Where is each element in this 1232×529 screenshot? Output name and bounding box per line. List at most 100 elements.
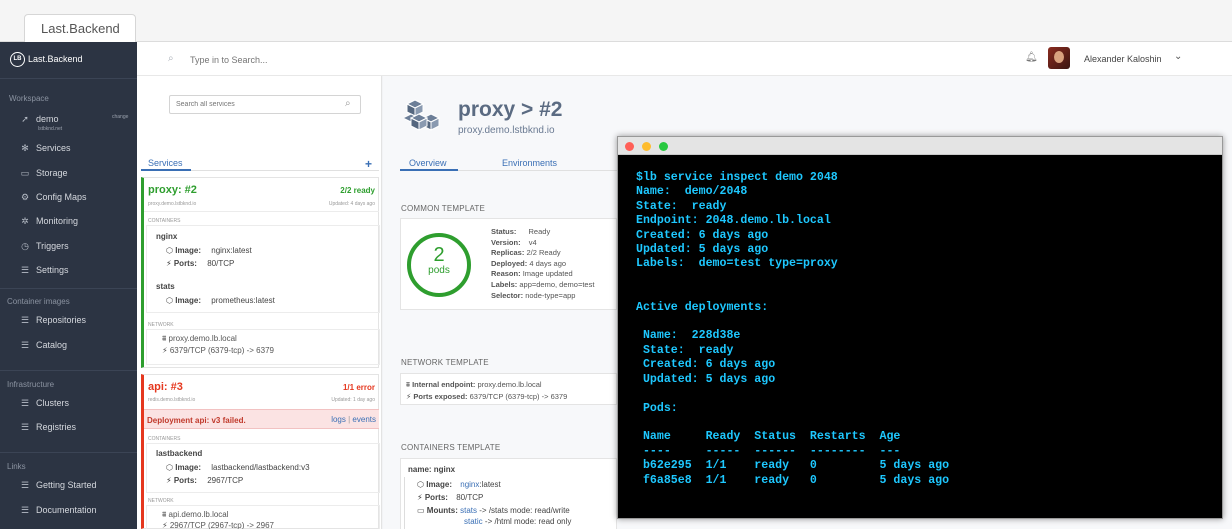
endpoint-row: ⩩ Internal endpoint: proxy.demo.lb.local: [406, 380, 542, 390]
status-value: app=demo, demo=test: [519, 279, 595, 289]
workspace-name: demo: [36, 114, 59, 124]
bell-icon[interactable]: 🔔︎: [1025, 52, 1038, 63]
network-template-head: NETWORK TEMPLATE: [401, 358, 489, 367]
containers-head: CONTAINERS: [148, 218, 181, 224]
containers-head: CONTAINERS: [148, 436, 181, 442]
service-sub: proxy.demo.lstbknd.io: [148, 201, 197, 207]
divider: [144, 211, 379, 212]
browser-tab[interactable]: Last.Backend: [24, 14, 136, 42]
sidebar-item-registries[interactable]: ☰ Registries: [20, 422, 76, 433]
maximize-button[interactable]: [659, 142, 668, 151]
sidebar-item-clusters[interactable]: ☰ Clusters: [20, 398, 69, 409]
pods-gauge: 2 pods: [407, 233, 471, 297]
user-name[interactable]: Alexander Kaloshin: [1084, 54, 1162, 64]
image-value: nginx:latest: [211, 246, 252, 255]
common-template-card: 2 pods Status: Ready Version: v4 Replica…: [400, 218, 617, 310]
clock-icon: ◷: [21, 241, 29, 251]
logo-badge: LB: [10, 52, 25, 67]
terminal-line: Name Ready Status Restarts Age: [636, 430, 901, 444]
workspace-change-link[interactable]: change: [112, 114, 128, 120]
browser-tab-title: Last.Backend: [41, 21, 120, 36]
ports-exposed-label: Ports exposed:: [413, 392, 468, 401]
sidebar-item-storage[interactable]: ▭ Storage: [20, 168, 68, 179]
mount-link[interactable]: stats: [460, 506, 477, 515]
global-search-input[interactable]: [190, 54, 390, 66]
sliders-icon: ☰: [20, 340, 30, 350]
service-search-input[interactable]: [169, 95, 361, 114]
status-row: Deployed: 4 days ago: [491, 259, 594, 270]
container-ports-row: ⚡︎ Ports: 2967/TCP: [166, 476, 243, 485]
sidebar-item-settings[interactable]: ☰ Settings: [20, 265, 69, 276]
error-banner: Deployment api: v3 failed. logs | events: [144, 409, 379, 429]
status-row: Version: v4: [491, 238, 594, 249]
tab-environments[interactable]: Environments: [502, 158, 557, 168]
pods-count: 2: [433, 244, 445, 266]
tab-overview[interactable]: Overview: [409, 158, 447, 168]
status-value: 2/2 Ready: [526, 248, 561, 258]
terminal-window[interactable]: $lb service inspect demo 2048 Name: demo/…: [617, 136, 1223, 519]
containers-template-card: name: nginx ⬡ Image: nginx:latest ⚡︎ Por…: [400, 458, 617, 529]
sidebar-item-documentation[interactable]: ☰ Documentation: [20, 505, 97, 516]
workspace-selector[interactable]: ➚ demo: [20, 114, 59, 125]
terminal-output[interactable]: $lb service inspect demo 2048 Name: demo/…: [636, 171, 949, 488]
service-name[interactable]: api: #3: [148, 381, 183, 393]
image-value: lastbackend/lastbackend:v3: [211, 463, 310, 472]
image-link[interactable]: nginx: [460, 480, 479, 489]
events-link[interactable]: events: [352, 415, 376, 424]
sliders-icon: ☰: [20, 422, 30, 432]
sidebar-item-catalog[interactable]: ☰ Catalog: [20, 340, 67, 351]
ct-mount2-row: static -> /html mode: read only: [464, 517, 571, 526]
workspace-sub: lstbknd.net: [38, 126, 63, 132]
status-key: Selector:: [491, 290, 524, 300]
ports-value: 80/TCP: [207, 259, 235, 268]
sidebar-item-triggers[interactable]: ◷ Triggers: [20, 241, 69, 252]
terminal-line: Name: 228d38e: [636, 329, 741, 343]
image-label: Image:: [175, 246, 202, 255]
plug-icon: ⚡︎: [166, 476, 174, 485]
sidebar-item-monitoring[interactable]: ✲ Monitoring: [20, 216, 78, 227]
service-card-api[interactable]: api: #3 1/1 error redis.demo.lstbknd.io …: [141, 374, 380, 529]
sidebar-head-images: Container images: [7, 297, 70, 306]
sidebar-item-getting-started[interactable]: ☰ Getting Started: [20, 480, 97, 491]
ports-label: Ports:: [424, 493, 448, 502]
network-head: NETWORK: [148, 498, 174, 504]
container-image-row: ⬡ Image: nginx:latest: [166, 246, 252, 255]
sidebar-item-label: Storage: [36, 168, 68, 178]
sidebar-item-config-maps[interactable]: ⚙ Config Maps: [20, 192, 87, 203]
avatar[interactable]: [1048, 47, 1070, 69]
terminal-titlebar[interactable]: [618, 137, 1222, 155]
logo[interactable]: LB Last.Backend: [10, 52, 130, 68]
ports-value: 2967/TCP: [207, 476, 244, 485]
add-service-button[interactable]: +: [365, 158, 372, 170]
gear-icon: ✲: [21, 216, 29, 226]
ct-ports-row: ⚡︎ Ports: 80/TCP: [417, 493, 483, 502]
endpoint-label: Internal endpoint:: [412, 380, 476, 389]
service-card-proxy[interactable]: proxy: #2 2/2 ready proxy.demo.lstbknd.i…: [141, 177, 380, 368]
sidebar-item-label: Monitoring: [36, 216, 79, 226]
mount-link[interactable]: static: [464, 517, 483, 526]
sidebar-item-services[interactable]: ✻ Services: [20, 143, 71, 154]
ct-mounts-row: ▭ Mounts: stats -> /stats mode: read/wri…: [417, 506, 570, 515]
status-list: Status: Ready Version: v4 Replicas: 2/2 …: [491, 227, 594, 301]
logo-text: Last.Backend: [28, 53, 83, 64]
search-icon: ⌕: [345, 98, 351, 109]
logs-link[interactable]: logs: [331, 415, 346, 424]
chevron-down-icon[interactable]: ⌄: [1174, 51, 1182, 62]
plug-icon: ⚡︎: [166, 259, 174, 268]
services-icon: ✻: [21, 143, 29, 153]
sliders-icon: ☰: [20, 480, 30, 490]
ports-label: Ports:: [173, 259, 197, 268]
minimize-button[interactable]: [642, 142, 651, 151]
status-row: Reason: Image updated: [491, 269, 594, 280]
terminal-line: Name: demo/2048: [636, 185, 748, 199]
sidebar: LB Last.Backend Workspace ➚ demo lstbknd.n…: [0, 42, 137, 529]
sidebar-item-label: Services: [36, 143, 71, 153]
service-name[interactable]: proxy: #2: [148, 184, 197, 196]
page-title: proxy > #2: [458, 98, 563, 121]
status-key: Version:: [491, 237, 521, 247]
tab-services[interactable]: Services: [148, 158, 183, 168]
app-window: Last.Backend LB Last.Backend Workspace ➚ d…: [0, 0, 1232, 529]
close-button[interactable]: [625, 142, 634, 151]
sidebar-item-repositories[interactable]: ☰ Repositories: [20, 315, 86, 326]
